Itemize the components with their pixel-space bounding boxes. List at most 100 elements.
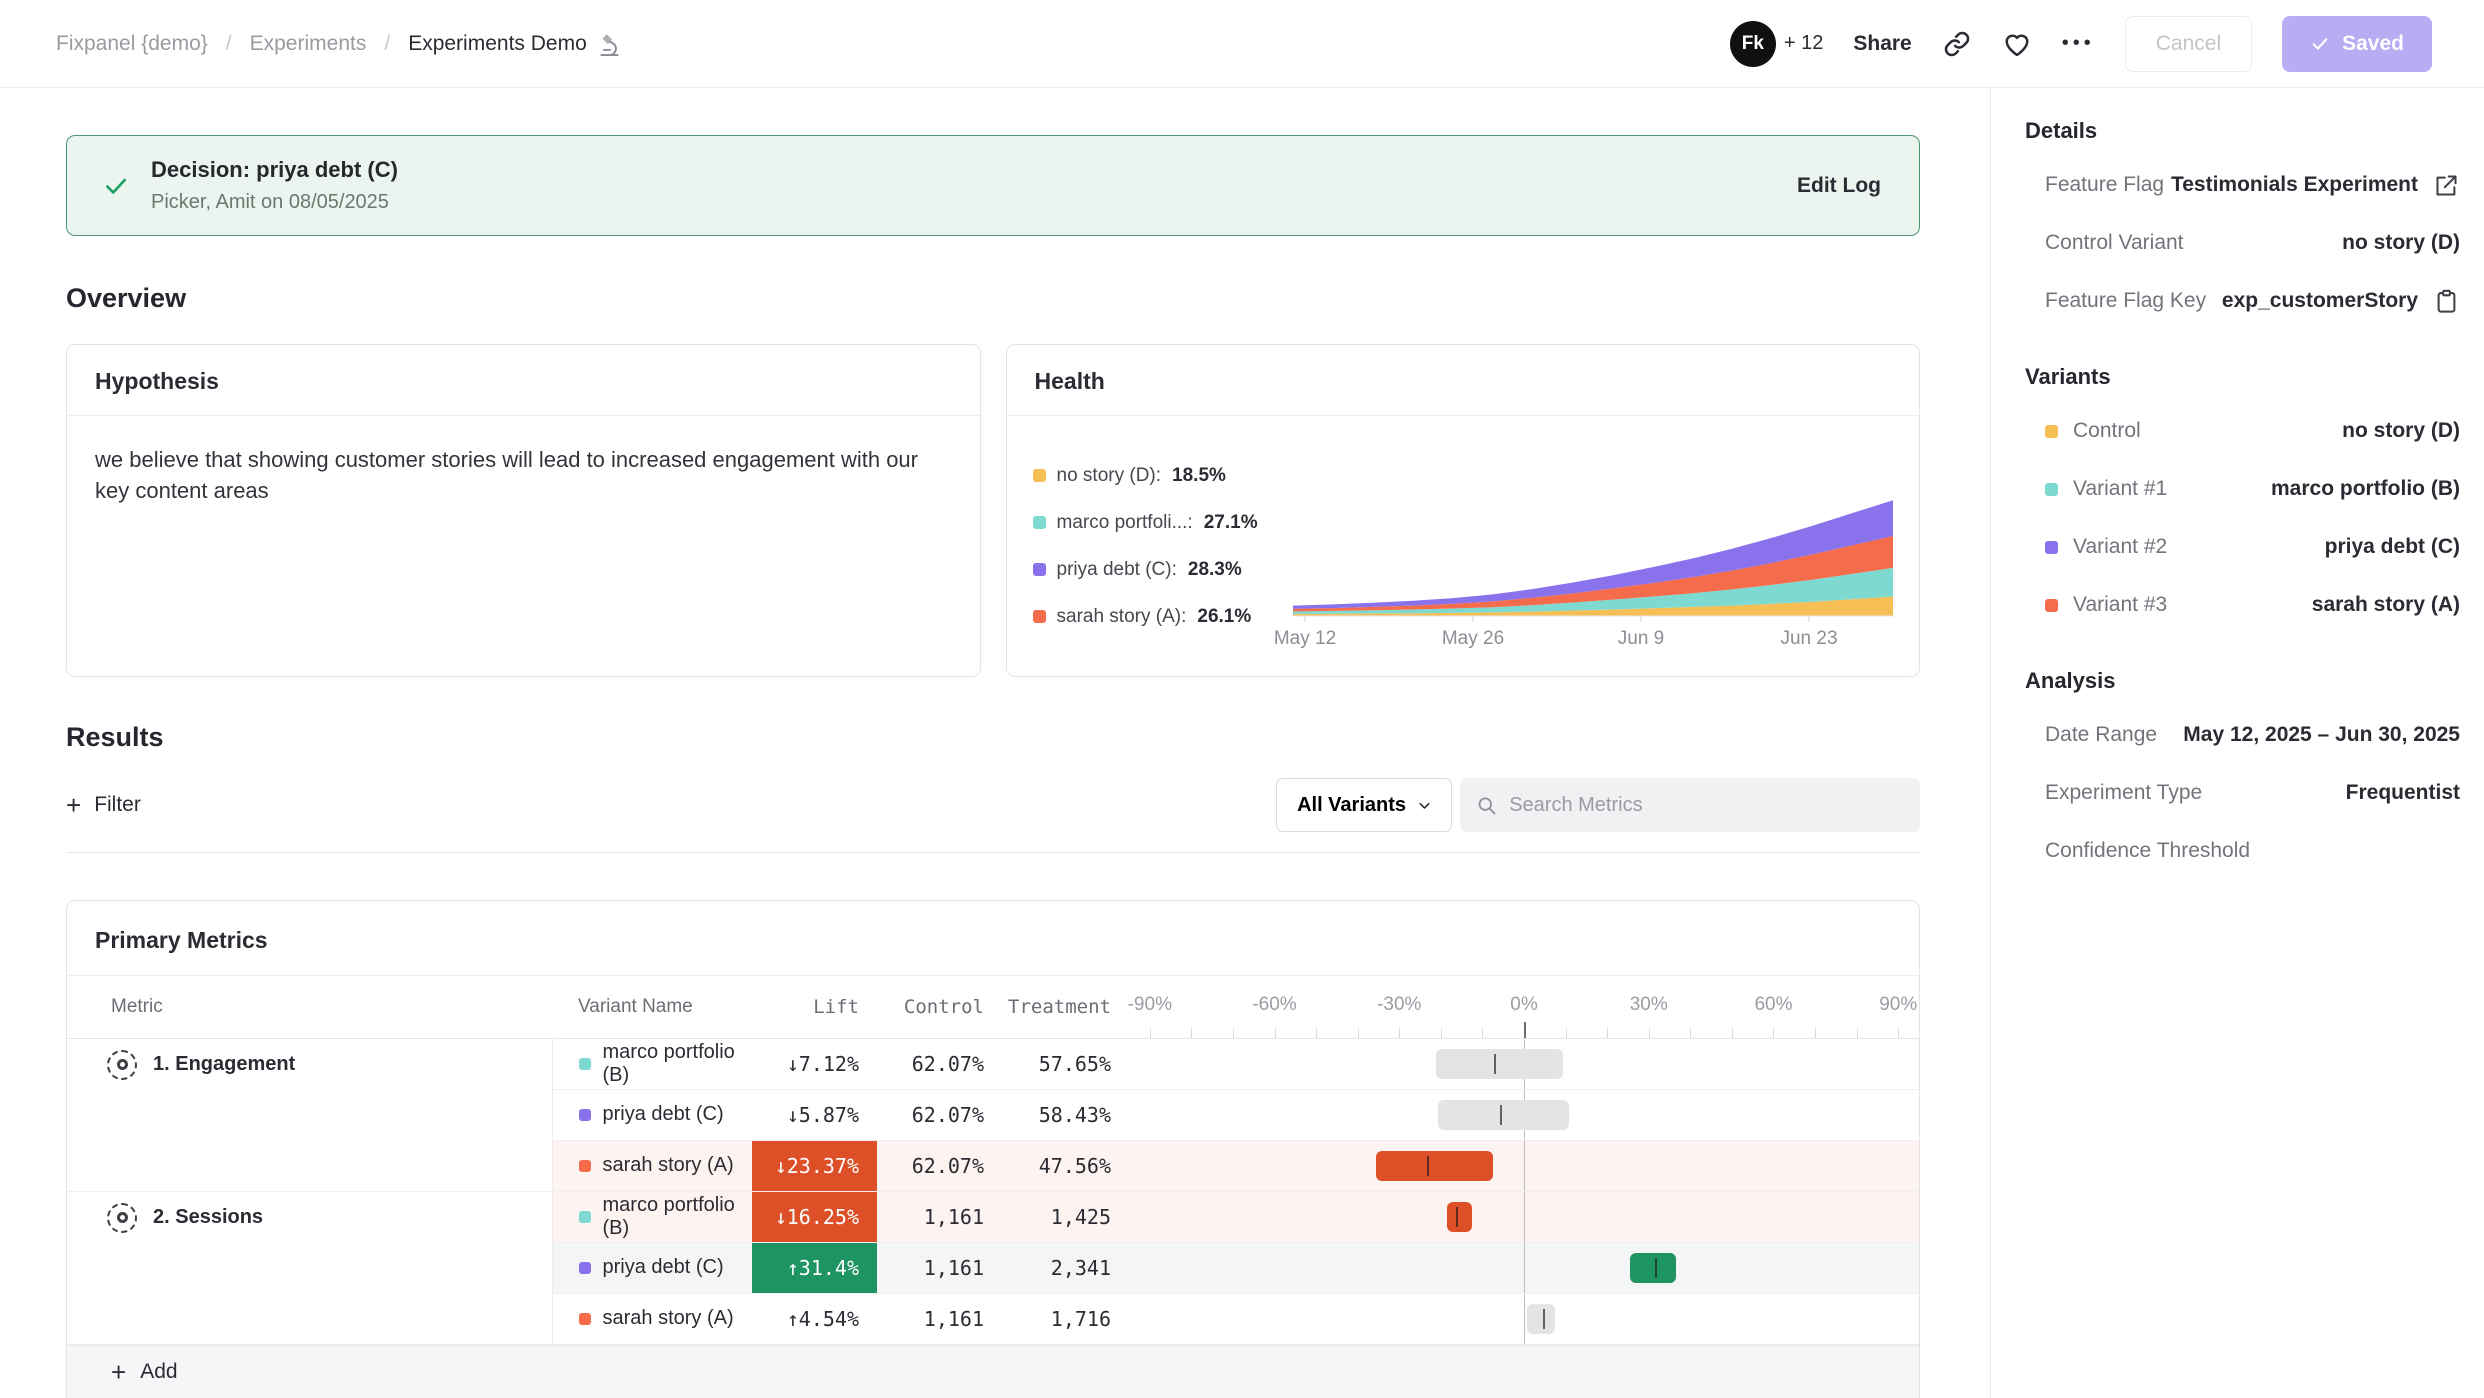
search-icon: [1476, 794, 1497, 817]
axis-minor-tick: [1275, 1028, 1276, 1038]
health-area-chart: May 12May 26Jun 9Jun 23: [1293, 492, 1893, 650]
decision-check-icon: [103, 173, 129, 199]
x-axis-label: Jun 9: [1618, 628, 1664, 649]
copy-link-icon[interactable]: [1942, 29, 1972, 59]
sidebar-row: Variant #3sarah story (A): [2025, 576, 2460, 634]
confidence-interval-bar: [1436, 1049, 1564, 1079]
analysis-heading: Analysis: [2025, 668, 2460, 694]
axis-minor-tick: [1358, 1028, 1359, 1038]
axis-minor-tick: [1316, 1028, 1317, 1038]
axis-minor-tick: [1150, 1028, 1151, 1038]
sidebar-row-value: sarah story (A): [2312, 593, 2460, 617]
axis-minor-tick: [1607, 1028, 1608, 1038]
breadcrumb-project[interactable]: Fixpanel {demo}: [56, 32, 208, 56]
control-value: 1,161: [877, 1191, 1002, 1242]
metric-goal-icon: [107, 1050, 137, 1080]
table-row[interactable]: 1. Engagementmarco portfolio (B)↓7.12%62…: [67, 1038, 1919, 1089]
variant-label: sarah story (A): [603, 1307, 734, 1330]
health-legend-item: no story (D): 18.5%: [1033, 452, 1258, 499]
confidence-interval-bar: [1438, 1100, 1569, 1130]
more-options-icon[interactable]: •••: [2062, 32, 2095, 55]
metric-name: 1. Engagement: [153, 1053, 295, 1076]
hypothesis-body[interactable]: we believe that showing customer stories…: [67, 416, 967, 534]
variants-heading: Variants: [2025, 364, 2460, 390]
top-bar: Fixpanel {demo} / Experiments / Experime…: [0, 0, 2484, 88]
share-button[interactable]: Share: [1853, 32, 1911, 56]
col-control: Control: [877, 976, 1002, 1038]
mean-tick: [1543, 1309, 1545, 1329]
clipboard-icon[interactable]: [2433, 288, 2460, 315]
saved-button[interactable]: Saved: [2282, 16, 2432, 72]
sidebar-row-label: Feature Flag: [2045, 173, 2164, 197]
search-metrics-input[interactable]: [1509, 794, 1904, 817]
metric-cell: 1. Engagement: [67, 1038, 552, 1191]
decision-banner: Decision: priya debt (C) Picker, Amit on…: [66, 135, 1920, 236]
sidebar-row-value: marco portfolio (B): [2271, 477, 2460, 501]
metric-name-button[interactable]: 1. Engagement: [107, 1050, 552, 1080]
lift-value: ↑31.4%: [752, 1242, 877, 1293]
main-content: Decision: priya debt (C) Picker, Amit on…: [0, 88, 1990, 1398]
avatar[interactable]: Fk: [1730, 21, 1776, 67]
metric-name-button[interactable]: 2. Sessions: [107, 1203, 552, 1233]
confidence-interval-cell: [1129, 1140, 1919, 1191]
label-text: Control: [2073, 419, 2141, 443]
favorite-heart-icon[interactable]: [2002, 29, 2032, 59]
sidebar-row: Confidence Threshold: [2025, 822, 2460, 880]
add-filter-button[interactable]: + Filter: [66, 792, 141, 818]
table-row[interactable]: 2. Sessionsmarco portfolio (B)↓16.25%1,1…: [67, 1191, 1919, 1242]
variant-name-cell: priya debt (C): [552, 1242, 752, 1293]
add-metric-button[interactable]: + Add: [67, 1345, 1919, 1398]
external-link-icon[interactable]: [2433, 172, 2460, 199]
health-legend-item: sarah story (A): 26.1%: [1033, 593, 1258, 640]
sidebar-row-value: May 12, 2025 – Jun 30, 2025: [2183, 723, 2460, 747]
label-text: Variant #1: [2073, 477, 2167, 501]
chevron-down-icon: [1416, 797, 1433, 814]
collaborator-count: + 12: [1784, 32, 1823, 55]
label-text: Feature Flag: [2045, 173, 2164, 197]
metric-cell: 2. Sessions: [67, 1191, 552, 1344]
cancel-button[interactable]: Cancel: [2125, 16, 2252, 72]
sidebar-row-label: Feature Flag Key: [2045, 289, 2206, 313]
sidebar-row: Feature FlagTestimonials Experiment: [2025, 156, 2460, 214]
health-legend: no story (D): 18.5%marco portfoli...: 27…: [1033, 452, 1258, 640]
variant-name: marco portfolio (B): [579, 1041, 753, 1087]
zero-line: [1524, 1243, 1525, 1293]
sidebar-row: Control Variantno story (D): [2025, 214, 2460, 272]
axis-tick-label: -60%: [1252, 994, 1296, 1016]
variants-dropdown[interactable]: All Variants: [1276, 778, 1452, 832]
results-divider: [66, 852, 1920, 853]
mean-tick: [1500, 1105, 1502, 1125]
control-value: 62.07%: [877, 1140, 1002, 1191]
axis-minor-tick: [1191, 1028, 1192, 1038]
axis-minor-tick: [1233, 1028, 1234, 1038]
lift-axis: -90%-60%-30%0%30%60%90%: [1129, 976, 1919, 1038]
sidebar-row-label: Control: [2045, 419, 2141, 443]
col-metric: Metric: [67, 976, 552, 1038]
legend-value: 18.5%: [1172, 465, 1226, 487]
legend-label: sarah story (A):: [1057, 606, 1187, 628]
sidebar-row-label: Variant #1: [2045, 477, 2167, 501]
sidebar-row-label: Experiment Type: [2045, 781, 2202, 805]
mean-tick: [1427, 1156, 1429, 1176]
confidence-interval-cell: [1129, 1038, 1919, 1089]
axis-minor-tick: [1815, 1028, 1816, 1038]
hypothesis-card: Hypothesis we believe that showing custo…: [66, 344, 981, 677]
primary-metrics-card: Primary Metrics Metric Variant Name Lift…: [66, 900, 1920, 1398]
edit-log-button[interactable]: Edit Log: [1797, 174, 1881, 198]
collaborators[interactable]: Fk + 12: [1730, 21, 1823, 67]
health-card: Health no story (D): 18.5%marco portfoli…: [1006, 344, 1921, 677]
control-value: 62.07%: [877, 1089, 1002, 1140]
sidebar-row-value: no story (D): [2342, 419, 2460, 443]
lift-value: ↓23.37%: [752, 1140, 877, 1191]
axis-minor-tick: [1857, 1028, 1858, 1038]
mean-tick: [1494, 1054, 1496, 1074]
sidebar-row: Variant #1 marco portfolio (B): [2025, 460, 2460, 518]
confidence-interval-cell: [1129, 1191, 1919, 1242]
variant-label: priya debt (C): [603, 1103, 724, 1126]
x-axis-label: Jun 23: [1780, 628, 1837, 649]
label-text: Experiment Type: [2045, 781, 2202, 805]
control-value: 1,161: [877, 1242, 1002, 1293]
variant-name: sarah story (A): [579, 1307, 753, 1330]
breadcrumb-experiments[interactable]: Experiments: [250, 32, 367, 56]
sidebar-row-label: Variant #2: [2045, 535, 2167, 559]
